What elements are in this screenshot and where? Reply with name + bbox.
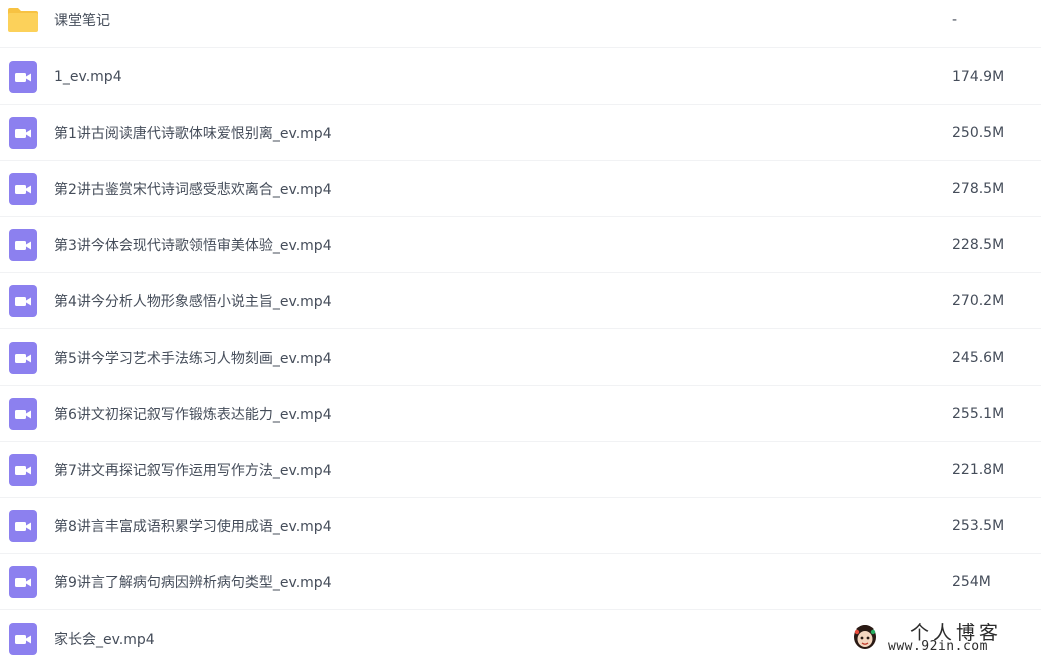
file-size: 278.5M — [952, 180, 1005, 197]
file-row[interactable]: 第4讲今分析人物形象感悟小说主旨_ev.mp4 270.2M — [0, 273, 1041, 329]
file-name: 第5讲今学习艺术手法练习人物刻画_ev.mp4 — [54, 350, 332, 367]
file-row[interactable]: 第8讲言丰富成语积累学习使用成语_ev.mp4 253.5M — [0, 498, 1041, 554]
file-size: 250.5M — [952, 124, 1005, 141]
file-row[interactable]: 第5讲今学习艺术手法练习人物刻画_ev.mp4 245.6M — [0, 330, 1041, 386]
file-size: 255.1M — [952, 405, 1005, 422]
video-file-icon — [7, 60, 39, 93]
file-size: 254M — [952, 573, 991, 590]
file-name: 家长会_ev.mp4 — [54, 632, 155, 648]
watermark-url: www.92in.com — [888, 639, 988, 654]
file-row[interactable]: 第2讲古鉴赏宋代诗词感受悲欢离合_ev.mp4 278.5M — [0, 161, 1041, 217]
file-row[interactable]: 第7讲文再探记叙写作运用写作方法_ev.mp4 221.8M — [0, 442, 1041, 498]
file-name: 第9讲言了解病句病因辨析病句类型_ev.mp4 — [54, 574, 332, 591]
folder-icon — [7, 4, 39, 36]
file-name: 第1讲古阅读唐代诗歌体味爱恨别离_ev.mp4 — [54, 125, 332, 142]
video-file-icon — [7, 284, 39, 317]
video-file-icon — [7, 623, 39, 655]
video-file-icon — [7, 172, 39, 205]
video-file-icon — [7, 509, 39, 542]
file-name: 第4讲今分析人物形象感悟小说主旨_ev.mp4 — [54, 293, 332, 310]
file-name: 第2讲古鉴赏宋代诗词感受悲欢离合_ev.mp4 — [54, 181, 332, 198]
file-row[interactable]: 1_ev.mp4 174.9M — [0, 49, 1041, 105]
file-size: 228.5M — [952, 236, 1005, 253]
watermark: 个人博客 www.92in.com — [848, 618, 1038, 656]
video-file-icon — [7, 565, 39, 598]
file-row[interactable]: 第9讲言了解病句病因辨析病句类型_ev.mp4 254M — [0, 554, 1041, 610]
watermark-avatar-icon — [851, 621, 879, 651]
folder-row[interactable]: 课堂笔记 - — [0, 0, 1041, 48]
video-file-icon — [7, 228, 39, 261]
file-name: 第3讲今体会现代诗歌领悟审美体验_ev.mp4 — [54, 237, 332, 254]
file-name: 1_ev.mp4 — [54, 68, 122, 85]
file-name: 课堂笔记 — [54, 12, 110, 29]
video-file-icon — [7, 341, 39, 374]
file-row[interactable]: 第1讲古阅读唐代诗歌体味爱恨别离_ev.mp4 250.5M — [0, 105, 1041, 161]
file-name: 第6讲文初探记叙写作锻炼表达能力_ev.mp4 — [54, 406, 332, 423]
file-size: 221.8M — [952, 461, 1005, 478]
file-size: 174.9M — [952, 68, 1005, 85]
file-size: 253.5M — [952, 517, 1005, 534]
file-list: 课堂笔记 - 1_ev.mp4 174.9M 第1讲古阅读唐代诗歌体味爱恨别离_… — [0, 0, 1041, 658]
file-row[interactable]: 第6讲文初探记叙写作锻炼表达能力_ev.mp4 255.1M — [0, 386, 1041, 442]
video-file-icon — [7, 453, 39, 486]
file-size: 270.2M — [952, 292, 1005, 309]
file-size: 245.6M — [952, 349, 1005, 366]
file-row[interactable]: 第3讲今体会现代诗歌领悟审美体验_ev.mp4 228.5M — [0, 217, 1041, 273]
video-file-icon — [7, 116, 39, 149]
file-name: 第8讲言丰富成语积累学习使用成语_ev.mp4 — [54, 518, 332, 535]
video-file-icon — [7, 397, 39, 430]
file-size: - — [952, 11, 958, 28]
file-name: 第7讲文再探记叙写作运用写作方法_ev.mp4 — [54, 462, 332, 479]
